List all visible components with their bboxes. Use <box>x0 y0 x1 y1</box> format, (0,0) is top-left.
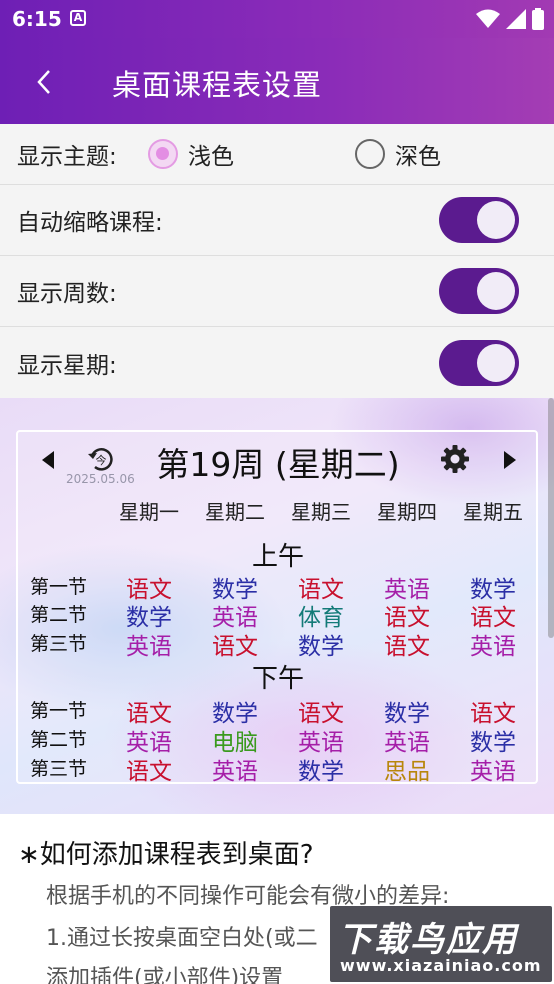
toggle-knob <box>477 201 515 239</box>
course-cell: 语文 <box>384 634 430 660</box>
help-line: 添加插件(或小部件)设置 <box>46 966 284 984</box>
status-icons <box>476 8 544 30</box>
watermark-url: www.xiazainiao.com <box>340 956 542 975</box>
theme-label: 显示主题: <box>17 144 117 170</box>
period-slot-label: 第三节 <box>30 633 88 655</box>
status-time: 6:15 <box>12 7 62 31</box>
course-cell: 英语 <box>212 759 258 785</box>
day-header: 星期五 <box>463 500 523 524</box>
show-day-label: 显示星期: <box>17 352 117 379</box>
auto-shrink-row: 自动缩略课程: <box>0 185 554 256</box>
day-header: 星期三 <box>291 500 351 524</box>
help-line: 1.通过长按桌面空白处(或二 <box>46 926 318 951</box>
auto-shrink-toggle[interactable] <box>439 197 519 243</box>
course-cell: 思品 <box>384 759 430 785</box>
theme-light-radio[interactable]: 浅色 <box>148 137 234 171</box>
help-title: ∗如何添加课程表到桌面? <box>18 840 314 870</box>
show-day-toggle[interactable] <box>439 339 519 386</box>
timetable-widget: 今 2025.05.06 第19周 (星期二) 星期一 星期二 星期三 星期四 … <box>16 430 538 785</box>
show-day-row: 显示星期: <box>0 327 554 398</box>
toggle-knob <box>477 343 515 382</box>
course-cell: 数学 <box>298 634 344 660</box>
back-arrow-icon <box>37 70 50 94</box>
app-bar: 桌面课程表设置 <box>0 38 554 124</box>
course-cell: 英语 <box>470 634 516 660</box>
show-week-row: 显示周数: <box>0 256 554 327</box>
next-week-icon[interactable] <box>502 450 518 470</box>
theme-dark-label: 深色 <box>395 144 441 170</box>
gear-icon[interactable] <box>440 444 470 474</box>
day-header: 星期四 <box>377 500 437 524</box>
page-title: 桌面课程表设置 <box>112 68 323 102</box>
show-week-toggle[interactable] <box>439 268 519 314</box>
period-slot-label: 第二节 <box>30 604 88 626</box>
period-slot-label: 第二节 <box>30 729 88 751</box>
course-cell: 语文 <box>126 759 172 785</box>
period-slot-label: 第一节 <box>30 576 88 598</box>
watermark-logo: 下载鸟应用 www.xiazainiao.com <box>330 906 552 982</box>
course-cell: 英语 <box>470 759 516 785</box>
day-header: 星期二 <box>205 500 265 524</box>
course-cell: 语文 <box>212 634 258 660</box>
wifi-icon <box>476 9 500 28</box>
morning-label: 上午 <box>251 542 304 572</box>
course-cell: 数学 <box>298 759 344 785</box>
radio-unselected-icon <box>355 139 385 169</box>
period-slot-label: 第一节 <box>30 700 88 722</box>
signal-icon <box>506 9 526 29</box>
widget-preview: 今 2025.05.06 第19周 (星期二) 星期一 星期二 星期三 星期四 … <box>0 398 554 814</box>
radio-selected-icon <box>148 139 178 169</box>
period-slot-label: 第三节 <box>30 758 88 780</box>
notification-a-icon: A <box>70 10 86 26</box>
battery-icon <box>532 8 544 30</box>
settings-list: 显示主题: 浅色 深色 自动缩略课程: 显示周数: 显示星期: <box>0 124 554 398</box>
day-header: 星期一 <box>119 500 179 524</box>
theme-row: 显示主题: 浅色 深色 <box>0 124 554 185</box>
toggle-knob <box>477 272 515 310</box>
status-bar: 6:15 A <box>0 0 554 38</box>
back-button[interactable] <box>24 62 64 102</box>
watermark-brand: 下载鸟应用 <box>338 920 518 960</box>
help-section: ∗如何添加课程表到桌面? 根据手机的不同操作可能会有微小的差异: 1.通过长按桌… <box>0 814 554 984</box>
theme-light-label: 浅色 <box>188 144 234 170</box>
theme-dark-radio[interactable]: 深色 <box>355 137 441 171</box>
afternoon-label: 下午 <box>251 664 304 694</box>
course-cell: 英语 <box>126 634 172 660</box>
show-week-label: 显示周数: <box>17 281 117 307</box>
auto-shrink-label: 自动缩略课程: <box>17 210 163 236</box>
scrollbar[interactable] <box>548 398 554 638</box>
